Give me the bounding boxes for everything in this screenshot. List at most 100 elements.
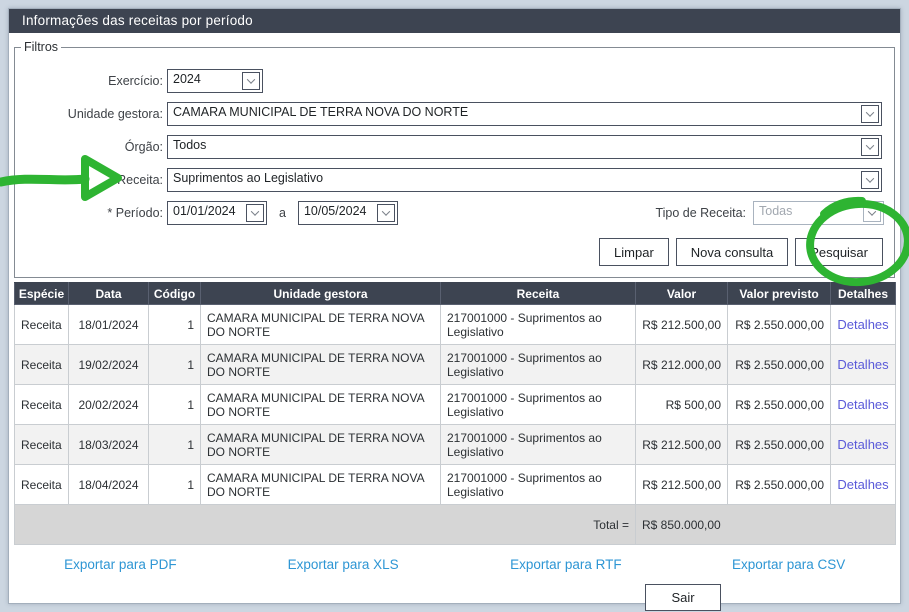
filters-fieldset: Filtros Exercício: 2024 Unidade gestora:…: [14, 40, 895, 278]
tipo-receita-label: Tipo de Receita:: [655, 206, 753, 220]
window-title: Informações das receitas por período: [9, 9, 900, 33]
cell-valor-previsto: R$ 2.550.000,00: [728, 385, 831, 425]
cell-receita: 217001000 - Suprimentos ao Legislativo: [441, 385, 636, 425]
results-table-footer: Total = R$ 850.000,00: [15, 505, 896, 545]
orgao-row: Órgão: Todos: [17, 135, 884, 159]
cell-detalhes: Detalhes: [831, 305, 896, 345]
cell-detalhes: Detalhes: [831, 425, 896, 465]
chevron-down-icon: [246, 204, 264, 222]
tipo-receita-select[interactable]: Todas: [753, 201, 884, 225]
exercicio-label: Exercício:: [17, 74, 167, 88]
detalhes-link[interactable]: Detalhes: [837, 357, 888, 372]
total-value: R$ 850.000,00: [636, 505, 896, 545]
limpar-button[interactable]: Limpar: [599, 238, 669, 266]
receita-row: Receita: Suprimentos ao Legislativo: [17, 168, 884, 192]
receita-label: Receita:: [17, 173, 167, 187]
unidade-gestora-label: Unidade gestora:: [17, 107, 167, 121]
cell-valor: R$ 212.500,00: [636, 305, 728, 345]
cell-data: 19/02/2024: [69, 345, 149, 385]
cell-unidade-gestora: CAMARA MUNICIPAL DE TERRA NOVA DO NORTE: [201, 345, 441, 385]
table-row: Receita18/03/20241CAMARA MUNICIPAL DE TE…: [15, 425, 896, 465]
cell-especie: Receita: [15, 425, 69, 465]
cell-codigo: 1: [149, 465, 201, 505]
header-especie: Espécie: [15, 283, 69, 305]
cell-valor: R$ 212.500,00: [636, 425, 728, 465]
cell-receita: 217001000 - Suprimentos ao Legislativo: [441, 305, 636, 345]
periodo-from-value: 01/01/2024: [168, 202, 244, 224]
cell-valor-previsto: R$ 2.550.000,00: [728, 425, 831, 465]
filters-legend: Filtros: [21, 40, 61, 54]
cell-especie: Receita: [15, 465, 69, 505]
periodo-row: * Período: 01/01/2024 a 10/05/2024 Tipo …: [17, 201, 884, 225]
cell-data: 18/03/2024: [69, 425, 149, 465]
unidade-gestora-row: Unidade gestora: CAMARA MUNICIPAL DE TER…: [17, 102, 884, 126]
tipo-receita-group: Tipo de Receita: Todas: [655, 201, 884, 225]
cell-valor-previsto: R$ 2.550.000,00: [728, 305, 831, 345]
orgao-value: Todos: [168, 136, 859, 158]
periodo-from-select[interactable]: 01/01/2024: [167, 201, 267, 225]
export-pdf-link[interactable]: Exportar para PDF: [9, 557, 232, 572]
cell-valor: R$ 212.000,00: [636, 345, 728, 385]
orgao-label: Órgão:: [17, 140, 167, 154]
table-row: Receita20/02/20241CAMARA MUNICIPAL DE TE…: [15, 385, 896, 425]
exercicio-select[interactable]: 2024: [167, 69, 263, 93]
header-valor: Valor: [636, 283, 728, 305]
tipo-receita-value: Todas: [754, 202, 861, 224]
chevron-down-icon: [861, 105, 879, 123]
periodo-to-select[interactable]: 10/05/2024: [298, 201, 398, 225]
exercicio-row: Exercício: 2024: [17, 69, 884, 93]
cell-detalhes: Detalhes: [831, 345, 896, 385]
periodo-label: * Período:: [17, 206, 167, 220]
cell-unidade-gestora: CAMARA MUNICIPAL DE TERRA NOVA DO NORTE: [201, 465, 441, 505]
cell-data: 18/01/2024: [69, 305, 149, 345]
cell-data: 18/04/2024: [69, 465, 149, 505]
chevron-down-icon: [861, 138, 879, 156]
cell-unidade-gestora: CAMARA MUNICIPAL DE TERRA NOVA DO NORTE: [201, 305, 441, 345]
header-valor-previsto: Valor previsto: [728, 283, 831, 305]
exercicio-value: 2024: [168, 70, 240, 92]
header-unidade-gestora: Unidade gestora: [201, 283, 441, 305]
export-rtf-link[interactable]: Exportar para RTF: [455, 557, 678, 572]
receita-select[interactable]: Suprimentos ao Legislativo: [167, 168, 882, 192]
periodo-to-value: 10/05/2024: [299, 202, 375, 224]
header-codigo: Código: [149, 283, 201, 305]
cell-valor: R$ 212.500,00: [636, 465, 728, 505]
cell-detalhes: Detalhes: [831, 385, 896, 425]
export-xls-link[interactable]: Exportar para XLS: [232, 557, 455, 572]
detalhes-link[interactable]: Detalhes: [837, 397, 888, 412]
cell-receita: 217001000 - Suprimentos ao Legislativo: [441, 425, 636, 465]
detalhes-link[interactable]: Detalhes: [837, 477, 888, 492]
orgao-select[interactable]: Todos: [167, 135, 882, 159]
cell-codigo: 1: [149, 425, 201, 465]
cell-especie: Receita: [15, 385, 69, 425]
cell-codigo: 1: [149, 305, 201, 345]
sair-row: Sair: [9, 584, 900, 611]
pesquisar-button[interactable]: Pesquisar: [795, 238, 883, 266]
chevron-down-icon: [242, 72, 260, 90]
cell-especie: Receita: [15, 305, 69, 345]
table-row: Receita19/02/20241CAMARA MUNICIPAL DE TE…: [15, 345, 896, 385]
cell-data: 20/02/2024: [69, 385, 149, 425]
cell-receita: 217001000 - Suprimentos ao Legislativo: [441, 345, 636, 385]
app-window: Informações das receitas por período Fil…: [8, 8, 901, 604]
cell-unidade-gestora: CAMARA MUNICIPAL DE TERRA NOVA DO NORTE: [201, 425, 441, 465]
unidade-gestora-value: CAMARA MUNICIPAL DE TERRA NOVA DO NORTE: [168, 103, 859, 125]
unidade-gestora-select[interactable]: CAMARA MUNICIPAL DE TERRA NOVA DO NORTE: [167, 102, 882, 126]
header-receita: Receita: [441, 283, 636, 305]
detalhes-link[interactable]: Detalhes: [837, 437, 888, 452]
nova-consulta-button[interactable]: Nova consulta: [676, 238, 788, 266]
sair-button[interactable]: Sair: [645, 584, 721, 611]
cell-valor-previsto: R$ 2.550.000,00: [728, 345, 831, 385]
cell-detalhes: Detalhes: [831, 465, 896, 505]
header-data: Data: [69, 283, 149, 305]
results-table-body: Receita18/01/20241CAMARA MUNICIPAL DE TE…: [15, 305, 896, 505]
table-row: Receita18/01/20241CAMARA MUNICIPAL DE TE…: [15, 305, 896, 345]
detalhes-link[interactable]: Detalhes: [837, 317, 888, 332]
cell-codigo: 1: [149, 385, 201, 425]
export-csv-link[interactable]: Exportar para CSV: [677, 557, 900, 572]
cell-valor: R$ 500,00: [636, 385, 728, 425]
filter-buttons-row: Limpar Nova consulta Pesquisar: [17, 238, 884, 266]
cell-especie: Receita: [15, 345, 69, 385]
results-table-header: Espécie Data Código Unidade gestora Rece…: [15, 283, 896, 305]
cell-valor-previsto: R$ 2.550.000,00: [728, 465, 831, 505]
